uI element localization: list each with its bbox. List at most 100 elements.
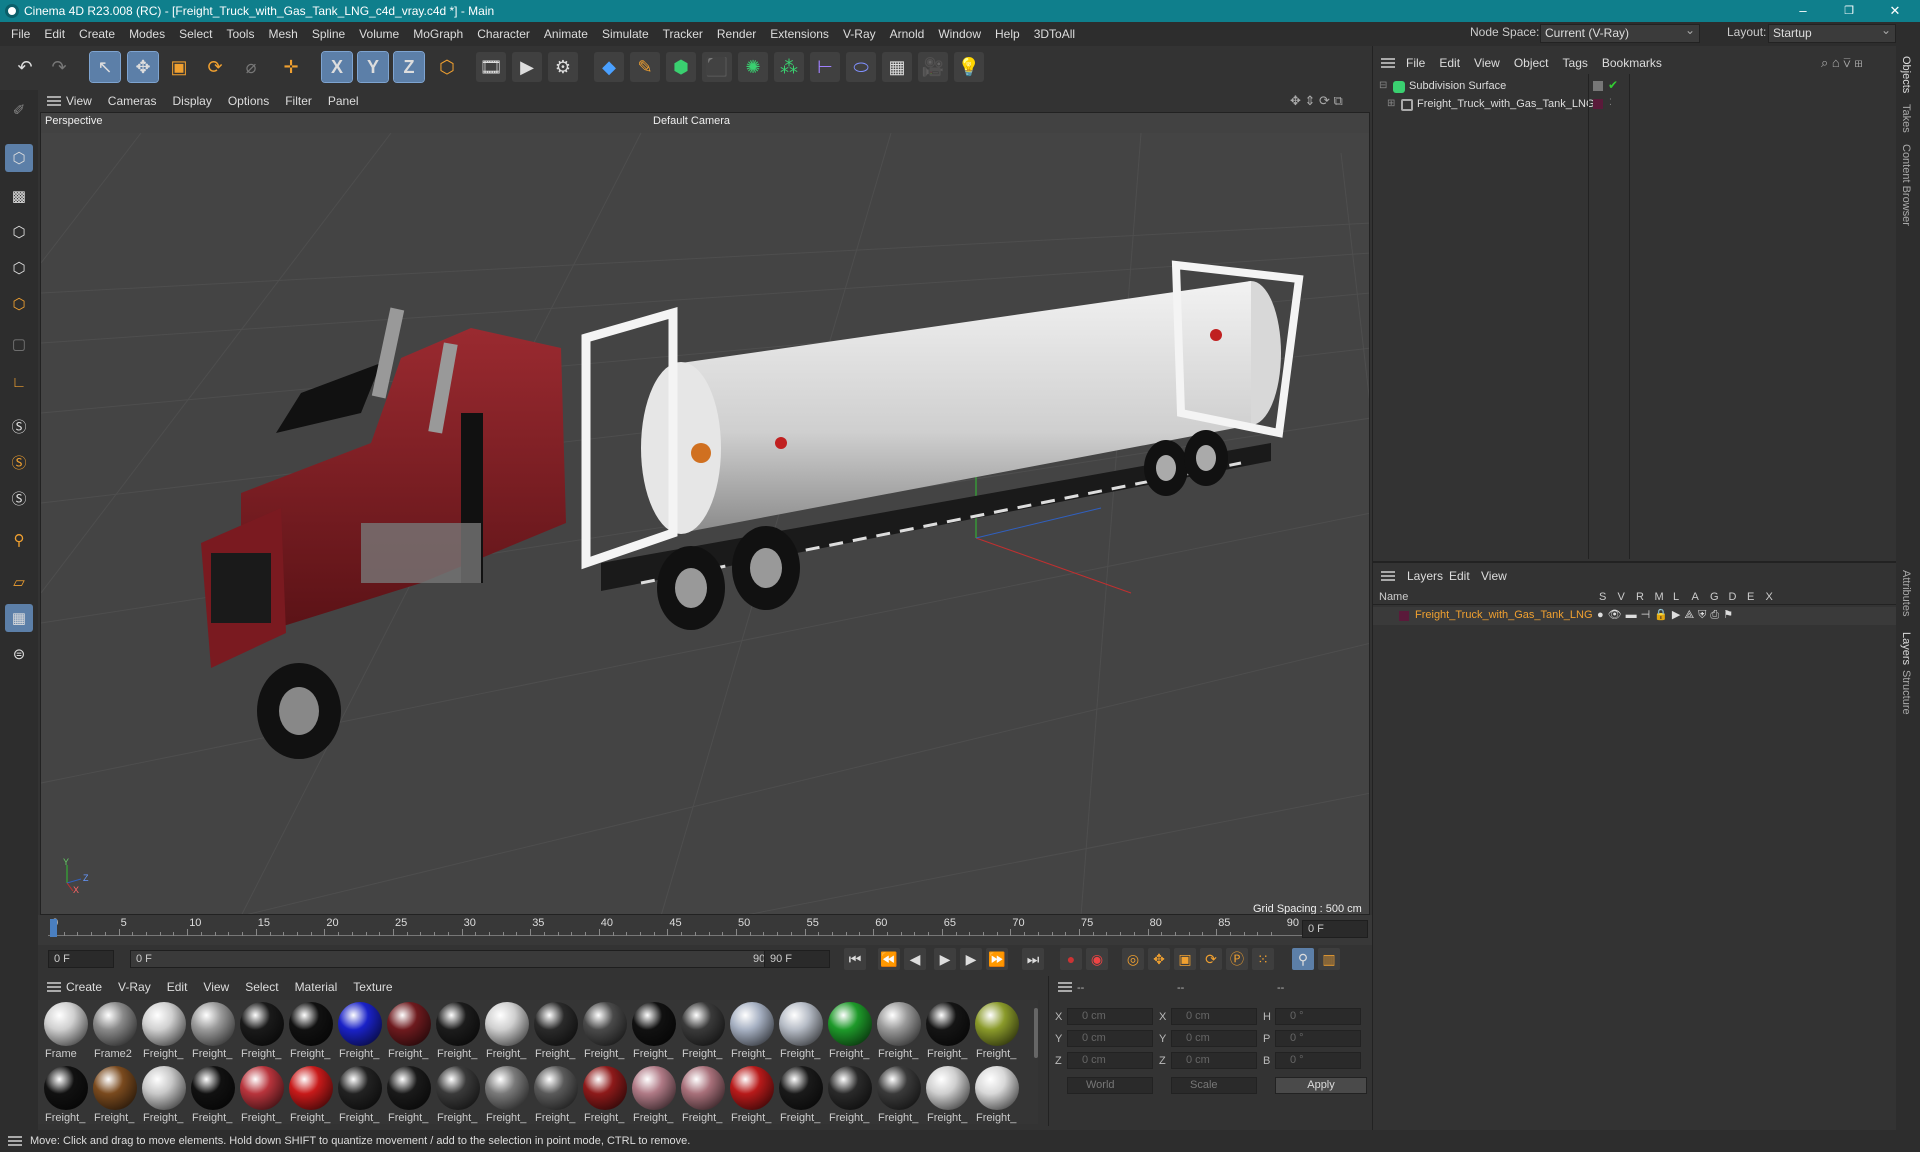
material-swatch[interactable]: Freight_: [679, 1000, 727, 1062]
menu-edit[interactable]: Edit: [37, 27, 72, 41]
menu-arnold[interactable]: Arnold: [883, 27, 932, 41]
render-picture-viewer-icon[interactable]: ▶: [512, 52, 542, 82]
timeline-window-icon[interactable]: ▥: [1318, 948, 1340, 970]
coord-mode-dropdown[interactable]: Scale: [1171, 1077, 1257, 1094]
menu-vray[interactable]: V-Ray: [836, 27, 883, 41]
workplane-icon[interactable]: ▱: [5, 568, 33, 596]
tab-attributes[interactable]: Attributes: [1900, 570, 1912, 616]
viewport-menu-filter[interactable]: Filter: [277, 94, 320, 108]
material-swatch[interactable]: Freight_: [287, 1064, 335, 1124]
go-to-start-icon[interactable]: ⏮: [844, 948, 866, 970]
material-swatch[interactable]: Freight_: [581, 1064, 629, 1124]
point-mode-icon[interactable]: ⬡: [5, 218, 33, 246]
coords-hamburger-icon[interactable]: [1058, 982, 1072, 992]
material-swatch[interactable]: Freight_: [630, 1064, 678, 1124]
tree-expand-icon[interactable]: ⊟: [1379, 80, 1387, 91]
scale-tool-icon[interactable]: ▣: [164, 52, 194, 82]
object-row-truck[interactable]: ⊞ Freight_Truck_with_Gas_Tank_LNG ⁚: [1373, 96, 1897, 114]
material-swatch[interactable]: Freight_: [434, 1064, 482, 1124]
material-swatch[interactable]: Freight_: [385, 1000, 433, 1062]
enabled-check-icon[interactable]: ✔: [1608, 78, 1618, 92]
material-swatch[interactable]: Freight_: [728, 1000, 776, 1062]
tab-layers[interactable]: Layers: [1900, 632, 1912, 665]
object-menu-bookmarks[interactable]: Bookmarks: [1595, 56, 1669, 70]
coord-pos-y-field[interactable]: 0 cm: [1067, 1030, 1153, 1047]
layer-flag-header[interactable]: R: [1636, 591, 1644, 603]
y-axis-lock-button[interactable]: Y: [357, 51, 389, 83]
object-row-subdivision[interactable]: ⊟ Subdivision Surface ✔: [1373, 78, 1897, 96]
previous-frame-icon[interactable]: ◀: [904, 948, 926, 970]
key-position-icon[interactable]: ✥: [1148, 948, 1170, 970]
layer-flag-header[interactable]: D: [1729, 591, 1737, 603]
visibility-dots-icon[interactable]: ⁚: [1609, 97, 1612, 108]
material-menu-edit[interactable]: Edit: [159, 980, 196, 994]
material-scrollbar[interactable]: [1034, 1008, 1038, 1058]
coord-pos-x-field[interactable]: 0 cm: [1067, 1008, 1153, 1025]
maximize-button[interactable]: ❐: [1826, 0, 1872, 22]
menu-character[interactable]: Character: [470, 27, 537, 41]
tweak-icon[interactable]: ⚲: [5, 526, 33, 554]
recent-tool-icon[interactable]: ⌀: [236, 52, 266, 82]
coord-rot-h-field[interactable]: 0 °: [1275, 1008, 1361, 1025]
close-button[interactable]: ✕: [1872, 0, 1918, 22]
grid-icon[interactable]: ▦: [5, 604, 33, 632]
viewport-hamburger-icon[interactable]: [47, 96, 61, 106]
object-name[interactable]: Subdivision Surface: [1409, 80, 1506, 92]
tab-content-browser[interactable]: Content Browser: [1900, 144, 1912, 226]
field-icon[interactable]: ⬭: [846, 52, 876, 82]
viewport-menu-view[interactable]: View: [58, 94, 100, 108]
timeline-playhead[interactable]: [50, 919, 57, 937]
layer-row[interactable]: Freight_Truck_with_Gas_Tank_LNG ●👁▬⊣🔒▶⟁⛨…: [1373, 607, 1897, 625]
current-frame-field[interactable]: 0 F: [1302, 920, 1368, 938]
material-swatch[interactable]: Freight_: [875, 1064, 923, 1124]
tab-takes[interactable]: Takes: [1900, 104, 1912, 133]
key-parameter-icon[interactable]: Ⓟ: [1226, 948, 1248, 970]
menu-simulate[interactable]: Simulate: [595, 27, 656, 41]
key-selection-icon[interactable]: ◎: [1122, 948, 1144, 970]
material-swatch[interactable]: Freight_: [679, 1064, 727, 1124]
layer-menu-view[interactable]: View: [1481, 569, 1507, 583]
play-icon[interactable]: ▶: [934, 948, 956, 970]
viewport-menu-cameras[interactable]: Cameras: [100, 94, 165, 108]
material-swatch[interactable]: Freight_: [385, 1064, 433, 1124]
viewport-menu-panel[interactable]: Panel: [320, 94, 367, 108]
menu-mograph[interactable]: MoGraph: [406, 27, 470, 41]
material-menu-vray[interactable]: V-Ray: [110, 980, 159, 994]
live-selection-icon[interactable]: ✛: [276, 52, 306, 82]
material-swatch[interactable]: Freight_: [238, 1064, 286, 1124]
menu-mesh[interactable]: Mesh: [261, 27, 304, 41]
material-swatch[interactable]: Freight_: [483, 1064, 531, 1124]
z-axis-lock-button[interactable]: Z: [393, 51, 425, 83]
material-swatch[interactable]: Freight_: [532, 1064, 580, 1124]
snap-settings-icon[interactable]: Ⓢ: [5, 448, 33, 476]
material-swatch[interactable]: Freight_: [826, 1064, 874, 1124]
key-pla-icon[interactable]: ⁙: [1252, 948, 1274, 970]
rotate-tool-icon[interactable]: ⟳: [200, 52, 230, 82]
undo-icon[interactable]: ↶: [10, 52, 40, 82]
material-swatch[interactable]: Freight_: [973, 1064, 1021, 1124]
menu-tools[interactable]: Tools: [219, 27, 261, 41]
viewport-perspective[interactable]: Perspective Default Camera Grid Spacing …: [40, 112, 1370, 915]
render-view-icon[interactable]: 🎞: [476, 52, 506, 82]
material-swatch[interactable]: Freight_: [434, 1000, 482, 1062]
object-menu-edit[interactable]: Edit: [1432, 56, 1467, 70]
viewport-menu-display[interactable]: Display: [164, 94, 219, 108]
menu-select[interactable]: Select: [172, 27, 219, 41]
menu-window[interactable]: Window: [931, 27, 988, 41]
frame-range-slider[interactable]: 0 F 90 F: [130, 950, 782, 968]
material-menu-texture[interactable]: Texture: [345, 980, 400, 994]
light-icon[interactable]: 💡: [954, 52, 984, 82]
viewport-camera[interactable]: Default Camera: [653, 115, 730, 127]
material-swatch[interactable]: Freight_: [140, 1064, 188, 1124]
object-layer-color[interactable]: [1593, 99, 1603, 109]
deformer-icon[interactable]: ⊢: [810, 52, 840, 82]
material-swatch[interactable]: Freight_: [287, 1000, 335, 1062]
end-frame-field[interactable]: 90 F: [764, 950, 830, 968]
mograph-icon[interactable]: ⁂: [774, 52, 804, 82]
material-swatch[interactable]: Freight_: [777, 1000, 825, 1062]
material-swatch[interactable]: Freight_: [483, 1000, 531, 1062]
object-hamburger-icon[interactable]: [1381, 58, 1395, 68]
object-layer-icon[interactable]: [1593, 81, 1603, 91]
material-swatch[interactable]: Freight_: [826, 1000, 874, 1062]
layer-flag-header[interactable]: L: [1673, 591, 1679, 603]
